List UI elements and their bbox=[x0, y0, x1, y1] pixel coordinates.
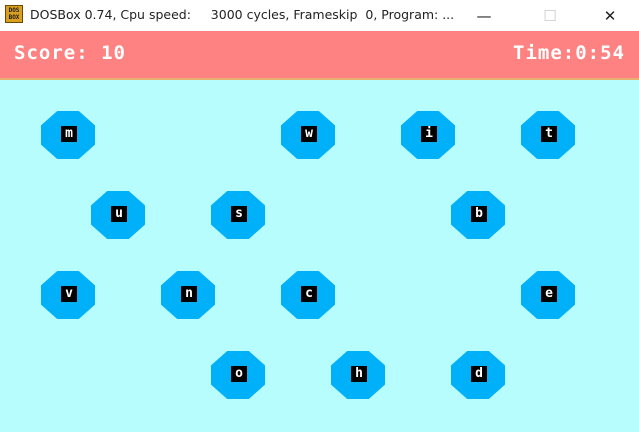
score-display: Score: 10 bbox=[14, 42, 126, 64]
letter-tile: u bbox=[111, 206, 127, 222]
letter-bubble[interactable]: w bbox=[281, 111, 335, 159]
dosbox-app-icon[interactable]: DOS BOX bbox=[5, 5, 23, 23]
title-bar[interactable]: DOS BOX DOSBox 0.74, Cpu speed: 3000 cyc… bbox=[0, 0, 639, 31]
minimize-icon: — bbox=[476, 6, 492, 25]
maximize-icon: ☐ bbox=[543, 6, 557, 25]
letter-tile: m bbox=[61, 126, 77, 142]
letter-tile: n bbox=[181, 286, 197, 302]
letter-tile: t bbox=[541, 126, 557, 142]
window-title: DOSBox 0.74, Cpu speed: 3000 cycles, Fra… bbox=[30, 7, 455, 22]
letter-tile: h bbox=[351, 366, 367, 382]
letter-bubble[interactable]: d bbox=[451, 351, 505, 399]
letter-bubble[interactable]: e bbox=[521, 271, 575, 319]
close-icon: ✕ bbox=[603, 6, 617, 25]
letter-bubble[interactable]: h bbox=[331, 351, 385, 399]
letter-bubble[interactable]: u bbox=[91, 191, 145, 239]
letter-tile: b bbox=[471, 206, 487, 222]
minimize-button[interactable]: — bbox=[461, 0, 507, 31]
letter-tile: d bbox=[471, 366, 487, 382]
close-button[interactable]: ✕ bbox=[587, 0, 633, 31]
letter-tile: e bbox=[541, 286, 557, 302]
letter-tile: c bbox=[301, 286, 317, 302]
letter-bubble[interactable]: b bbox=[451, 191, 505, 239]
time-display: Time:0:54 bbox=[513, 42, 625, 64]
letter-bubble[interactable]: o bbox=[211, 351, 265, 399]
letter-bubble[interactable]: i bbox=[401, 111, 455, 159]
letter-bubble[interactable]: m bbox=[41, 111, 95, 159]
letter-tile: i bbox=[421, 126, 437, 142]
letter-bubble[interactable]: t bbox=[521, 111, 575, 159]
maximize-button: ☐ bbox=[527, 0, 573, 31]
letter-tile: s bbox=[231, 206, 247, 222]
status-bar: Score: 10 Time:0:54 bbox=[0, 31, 639, 80]
letter-bubble[interactable]: v bbox=[41, 271, 95, 319]
letter-bubble[interactable]: c bbox=[281, 271, 335, 319]
letter-bubble[interactable]: n bbox=[161, 271, 215, 319]
letter-tile: v bbox=[61, 286, 77, 302]
letter-tile: w bbox=[301, 126, 317, 142]
letter-tile: o bbox=[231, 366, 247, 382]
letter-bubble[interactable]: s bbox=[211, 191, 265, 239]
game-area[interactable]: Score: 10 Time:0:54 m w i t u s b v n c … bbox=[0, 31, 639, 432]
